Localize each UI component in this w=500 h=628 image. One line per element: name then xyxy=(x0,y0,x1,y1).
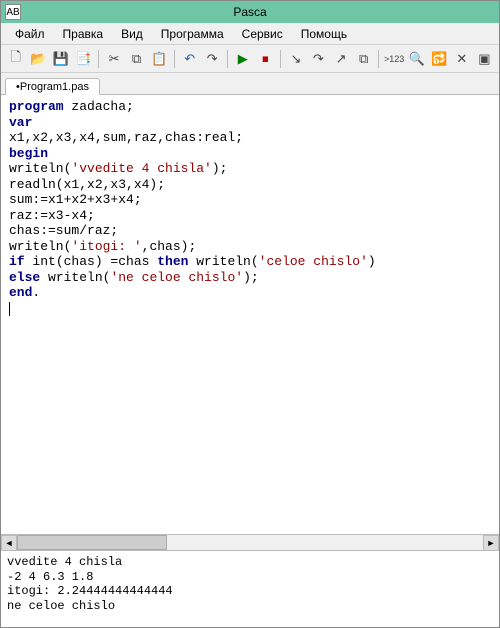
cut-icon[interactable]: ✂ xyxy=(103,48,125,70)
goto-line-icon[interactable]: >123 xyxy=(383,48,405,70)
close-icon[interactable]: ✕ xyxy=(451,48,473,70)
replace-icon[interactable]: 🔂 xyxy=(428,48,450,70)
paste-icon[interactable]: 📋 xyxy=(148,48,170,70)
code-line: program zadacha; xyxy=(9,99,134,114)
toolbar-separator xyxy=(280,50,281,68)
window-titlebar: AB Pasca xyxy=(1,1,499,23)
save-icon[interactable]: 💾 xyxy=(50,48,72,70)
code-line: writeln('vvedite 4 chisla'); xyxy=(9,161,227,176)
code-line: end. xyxy=(9,285,40,300)
scroll-thumb[interactable] xyxy=(17,535,167,550)
code-line: readln(x1,x2,x3,x4); xyxy=(9,177,165,192)
toolbar-separator xyxy=(227,50,228,68)
code-editor[interactable]: program zadacha; var x1,x2,x3,x4,sum,raz… xyxy=(1,95,499,535)
toolbar-separator xyxy=(98,50,99,68)
menu-service[interactable]: Сервис xyxy=(234,25,291,43)
toolbar: 🗋 📂 💾 📑 ✂ ⧉ 📋 ↶ ↷ ▶ ⏹ ↘ ↷ ↗ ⧉ >123 🔍 🔂 ✕… xyxy=(1,45,499,73)
run-icon[interactable]: ▶ xyxy=(232,48,254,70)
code-line: var xyxy=(9,115,32,130)
menu-view[interactable]: Вид xyxy=(113,25,151,43)
console-line: itogi: 2.24444444444444 xyxy=(7,584,173,598)
code-line: chas:=sum/raz; xyxy=(9,223,118,238)
find-icon[interactable]: 🔍 xyxy=(406,48,428,70)
code-line: begin xyxy=(9,146,48,161)
console-line: -2 4 6.3 1.8 xyxy=(7,570,93,584)
toolbar-separator xyxy=(174,50,175,68)
code-line: writeln('itogi: ',chas); xyxy=(9,239,196,254)
step-out-icon[interactable]: ↗ xyxy=(330,48,352,70)
output-console: vvedite 4 chisla -2 4 6.3 1.8 itogi: 2.2… xyxy=(1,551,499,625)
horizontal-scrollbar[interactable]: ◄ ► xyxy=(1,535,499,551)
tabbar: •Program1.pas xyxy=(1,73,499,95)
console-line: vvedite 4 chisla xyxy=(7,555,122,569)
window-title: Pasca xyxy=(233,5,266,19)
toggle-panel-icon[interactable]: ▣ xyxy=(474,48,496,70)
copy-icon[interactable]: ⧉ xyxy=(126,48,148,70)
menubar: Файл Правка Вид Программа Сервис Помощь xyxy=(1,23,499,45)
menu-edit[interactable]: Правка xyxy=(55,25,112,43)
redo-icon[interactable]: ↷ xyxy=(201,48,223,70)
app-icon: AB xyxy=(5,4,21,20)
menu-program[interactable]: Программа xyxy=(153,25,232,43)
step-over-icon[interactable]: ↷ xyxy=(308,48,330,70)
scroll-right-icon[interactable]: ► xyxy=(483,535,499,551)
menu-file[interactable]: Файл xyxy=(7,25,53,43)
scroll-left-icon[interactable]: ◄ xyxy=(1,535,17,551)
code-line: sum:=x1+x2+x3+x4; xyxy=(9,192,142,207)
console-line: ne celoe chislo xyxy=(7,599,115,613)
menu-help[interactable]: Помощь xyxy=(293,25,355,43)
code-line: else writeln('ne celoe chislo'); xyxy=(9,270,259,285)
code-line: if int(chas) =chas then writeln('celoe c… xyxy=(9,254,376,269)
new-file-icon[interactable]: 🗋 xyxy=(5,48,27,70)
scroll-track[interactable] xyxy=(17,535,483,550)
undo-icon[interactable]: ↶ xyxy=(179,48,201,70)
save-all-icon[interactable]: 📑 xyxy=(73,48,95,70)
open-file-icon[interactable]: 📂 xyxy=(28,48,50,70)
code-line: x1,x2,x3,x4,sum,raz,chas:real; xyxy=(9,130,243,145)
toolbar-separator xyxy=(378,50,379,68)
window-icon[interactable]: ⧉ xyxy=(353,48,375,70)
text-cursor xyxy=(9,302,10,316)
tab-program1[interactable]: •Program1.pas xyxy=(5,78,100,95)
code-line: raz:=x3-x4; xyxy=(9,208,95,223)
step-into-icon[interactable]: ↘ xyxy=(285,48,307,70)
stop-icon[interactable]: ⏹ xyxy=(255,48,277,70)
